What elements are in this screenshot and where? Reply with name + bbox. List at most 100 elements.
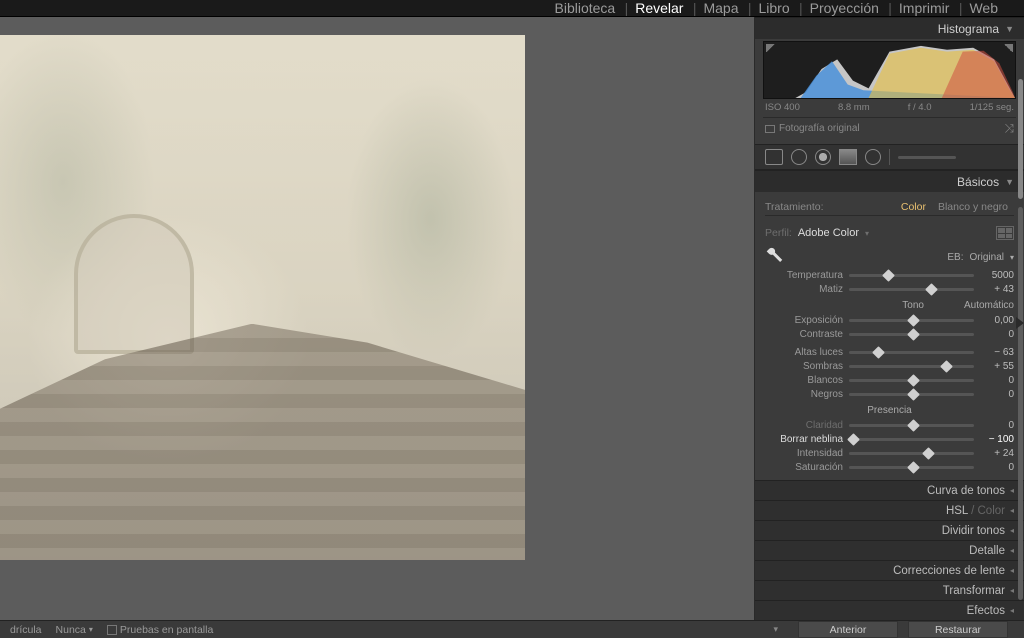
- clarity-label: Claridad: [765, 420, 843, 431]
- basics-panel: Tratamiento: Color Blanco y negro Perfil…: [755, 192, 1024, 480]
- photo-preview: [0, 35, 525, 560]
- auto-tone[interactable]: Automático: [964, 300, 1014, 311]
- treatment-bw[interactable]: Blanco y negro: [932, 201, 1014, 213]
- saturation-label: Saturación: [765, 462, 843, 473]
- never-dd[interactable]: Nunca▾: [56, 624, 93, 636]
- module-web[interactable]: Web: [959, 0, 1008, 16]
- crop-tool-icon[interactable]: [765, 149, 783, 165]
- hsl-panel[interactable]: HSL / Color◂: [755, 500, 1024, 520]
- soft-proof-toggle[interactable]: Pruebas en pantalla: [107, 624, 213, 636]
- temp-slider[interactable]: [849, 270, 974, 280]
- module-library[interactable]: Biblioteca: [545, 0, 626, 16]
- histogram-header[interactable]: Histograma ▼: [755, 17, 1024, 39]
- module-map[interactable]: Mapa: [693, 0, 748, 16]
- blacks-value[interactable]: 0: [980, 389, 1014, 400]
- original-photo-icon: [765, 125, 775, 133]
- treatment-label: Tratamiento:: [765, 201, 895, 213]
- basics-title: Básicos: [957, 175, 999, 189]
- profile-value[interactable]: Adobe Color: [798, 227, 859, 239]
- blacks-slider[interactable]: [849, 389, 974, 399]
- dehaze-slider[interactable]: [849, 434, 974, 444]
- exif-shutter: 1/125 seg.: [970, 102, 1014, 113]
- tone-head: Tono: [902, 300, 924, 311]
- view-mode-dd[interactable]: ▾: [773, 624, 778, 635]
- dehaze-label: Borrar neblina: [765, 434, 843, 445]
- module-picker: Biblioteca Revelar Mapa Libro Proyección…: [0, 0, 1024, 17]
- contrast-value[interactable]: 0: [980, 329, 1014, 340]
- wb-value[interactable]: Original: [970, 252, 1004, 263]
- transform-panel[interactable]: Transformar◂: [755, 580, 1024, 600]
- shadows-label: Sombras: [765, 361, 843, 372]
- highlights-slider[interactable]: [849, 347, 974, 357]
- grid-overlay-dd[interactable]: drícula: [10, 624, 42, 636]
- vibrance-value[interactable]: + 24: [980, 448, 1014, 459]
- contrast-slider[interactable]: [849, 329, 974, 339]
- exif-focal: 8.8 mm: [838, 102, 870, 113]
- tone-curve-panel[interactable]: Curva de tonos◂: [755, 480, 1024, 500]
- clarity-slider[interactable]: [849, 420, 974, 430]
- develop-toolstrip: [755, 144, 1024, 170]
- chevron-down-icon: ▼: [1005, 177, 1014, 187]
- tint-label: Matiz: [765, 284, 843, 295]
- temp-value[interactable]: 5000: [980, 270, 1014, 281]
- profile-browser-icon[interactable]: [996, 226, 1014, 240]
- vibrance-slider[interactable]: [849, 448, 974, 458]
- spot-tool-icon[interactable]: [791, 149, 807, 165]
- exposure-value[interactable]: 0,00: [980, 315, 1014, 326]
- original-toggle-icon[interactable]: ⤨: [1004, 121, 1014, 136]
- redeye-tool-icon[interactable]: [815, 149, 831, 165]
- exposure-slider[interactable]: [849, 315, 974, 325]
- presence-head: Presencia: [867, 405, 911, 416]
- highlights-value[interactable]: − 63: [980, 347, 1014, 358]
- treatment-color[interactable]: Color: [895, 201, 932, 213]
- module-print[interactable]: Imprimir: [889, 0, 960, 16]
- footer-toolbar: drícula Nunca▾ Pruebas en pantalla ▾ Ant…: [0, 620, 1024, 638]
- clarity-value[interactable]: 0: [980, 420, 1014, 431]
- tint-value[interactable]: + 43: [980, 284, 1014, 295]
- right-panel-toggle[interactable]: [1016, 317, 1024, 329]
- histogram-exif: ISO 400 8.8 mm f / 4.0 1/125 seg.: [763, 99, 1016, 114]
- photo-canvas[interactable]: [0, 17, 754, 620]
- module-slideshow[interactable]: Proyección: [800, 0, 889, 16]
- vibrance-label: Intensidad: [765, 448, 843, 459]
- radial-tool-icon[interactable]: [865, 149, 881, 165]
- profile-label: Perfil:: [765, 227, 792, 239]
- exif-iso: ISO 400: [765, 102, 800, 113]
- basics-header[interactable]: Básicos ▼: [755, 170, 1024, 192]
- chevron-down-icon: ▼: [1005, 24, 1014, 34]
- brush-tool-icon[interactable]: [898, 156, 956, 159]
- exif-aperture: f / 4.0: [908, 102, 932, 113]
- effects-panel[interactable]: Efectos◂: [755, 600, 1024, 620]
- shadows-value[interactable]: + 55: [980, 361, 1014, 372]
- tint-slider[interactable]: [849, 284, 974, 294]
- highlights-label: Altas luces: [765, 347, 843, 358]
- original-photo-label: Fotografía original: [779, 123, 860, 134]
- panel-scrollbar[interactable]: [1018, 79, 1023, 199]
- whites-slider[interactable]: [849, 375, 974, 385]
- contrast-label: Contraste: [765, 329, 843, 340]
- dehaze-value[interactable]: − 100: [980, 434, 1014, 445]
- histogram-title: Histograma: [938, 22, 999, 36]
- profile-dd-icon[interactable]: ▾: [865, 229, 869, 238]
- wb-dd-icon[interactable]: ▾: [1010, 253, 1014, 262]
- checkbox-icon[interactable]: [107, 625, 117, 635]
- split-toning-panel[interactable]: Dividir tonos◂: [755, 520, 1024, 540]
- saturation-value[interactable]: 0: [980, 462, 1014, 473]
- blacks-label: Negros: [765, 389, 843, 400]
- shadows-slider[interactable]: [849, 361, 974, 371]
- module-book[interactable]: Libro: [749, 0, 800, 16]
- right-panel: Histograma▼ ISO 400 8.8 mm f / 4.: [754, 17, 1024, 620]
- saturation-slider[interactable]: [849, 462, 974, 472]
- previous-button[interactable]: Anterior: [798, 621, 898, 638]
- whites-value[interactable]: 0: [980, 375, 1014, 386]
- wb-label: EB:: [947, 252, 963, 263]
- gradient-tool-icon[interactable]: [839, 149, 857, 165]
- histogram-display[interactable]: [763, 41, 1016, 99]
- module-develop[interactable]: Revelar: [625, 0, 693, 16]
- reset-button[interactable]: Restaurar: [908, 621, 1008, 638]
- detail-panel[interactable]: Detalle◂: [755, 540, 1024, 560]
- eyedropper-icon[interactable]: [765, 244, 790, 269]
- lens-corrections-panel[interactable]: Correcciones de lente◂: [755, 560, 1024, 580]
- temp-label: Temperatura: [765, 270, 843, 281]
- whites-label: Blancos: [765, 375, 843, 386]
